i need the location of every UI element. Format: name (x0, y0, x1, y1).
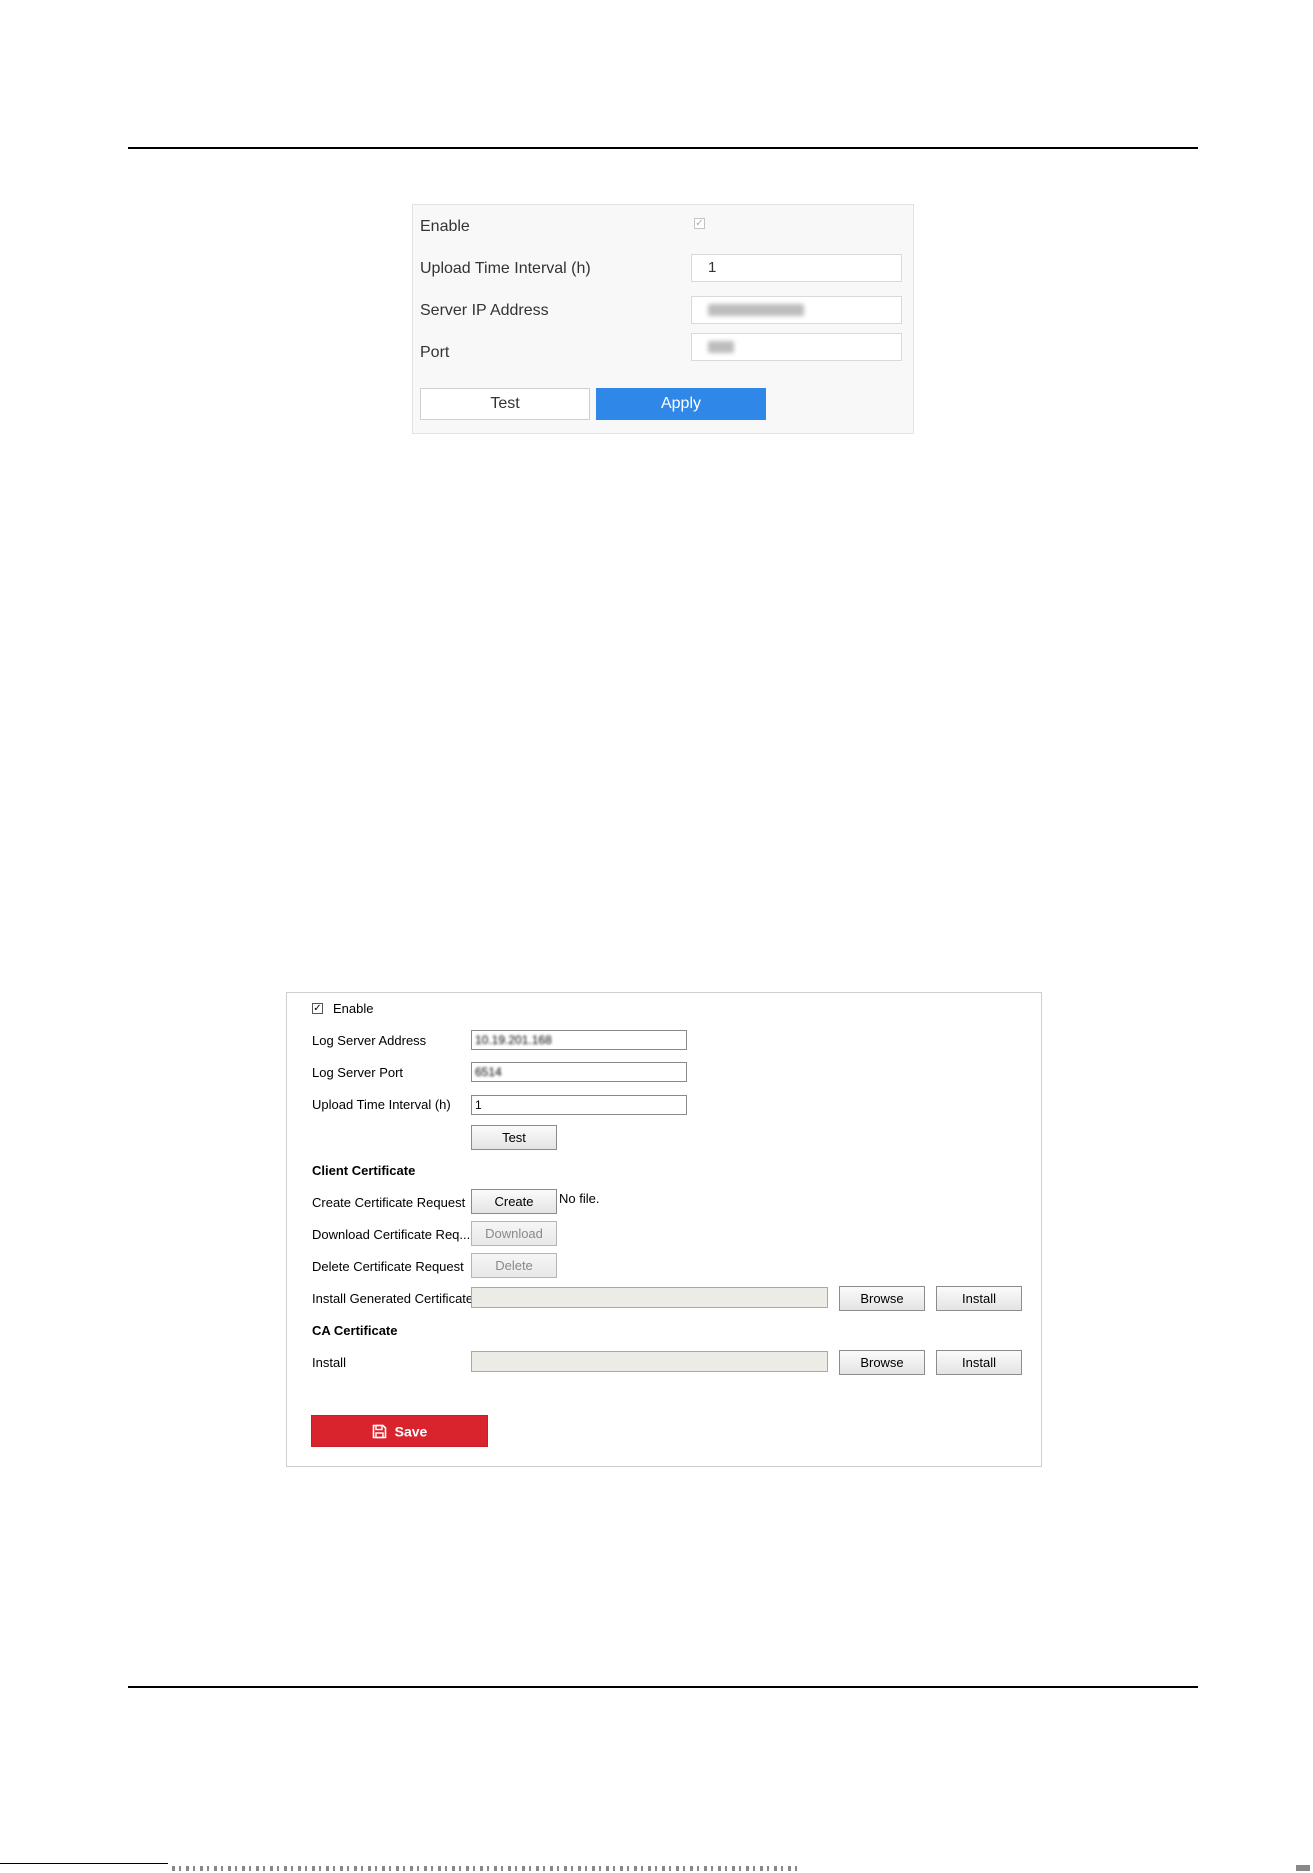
redacted-value (708, 341, 734, 354)
install-button[interactable]: Install (936, 1286, 1022, 1311)
upload-interval-input[interactable]: 1 (471, 1095, 687, 1115)
install-label: Install (312, 1355, 346, 1370)
test-button[interactable]: Test (471, 1125, 557, 1150)
log-server-settings-panel: ✓ Enable Log Server Address 10.19.201.16… (286, 992, 1042, 1467)
save-icon (372, 1424, 386, 1439)
enable-label: Enable (333, 1001, 374, 1016)
ca-certificate-file-field[interactable] (471, 1351, 828, 1372)
enable-checkbox[interactable]: ✓ (312, 1003, 323, 1014)
server-ip-input[interactable] (691, 296, 902, 324)
redacted-value (708, 304, 804, 317)
install-generated-file-field[interactable] (471, 1287, 828, 1308)
log-server-port-label: Log Server Port (312, 1065, 404, 1080)
enable-checkbox[interactable]: ✓ (694, 218, 705, 229)
client-certificate-heading: Client Certificate (312, 1163, 416, 1178)
header-rule (128, 147, 1198, 149)
save-button[interactable]: Save (311, 1415, 488, 1447)
cut-off-text-fragment (172, 1866, 802, 1871)
delete-request-label: Delete Certificate Request (312, 1259, 464, 1274)
create-button[interactable]: Create (471, 1189, 557, 1214)
upload-interval-label: Upload Time Interval (h) (420, 260, 591, 277)
browse-button[interactable]: Browse (839, 1350, 925, 1375)
upload-interval-input[interactable]: 1 (691, 254, 902, 282)
log-server-address-value: 10.19.201.168 (475, 1033, 552, 1047)
log-server-address-input[interactable]: 10.19.201.168 (471, 1030, 687, 1050)
cut-off-underline (0, 1863, 168, 1864)
ca-certificate-heading: CA Certificate (312, 1323, 398, 1338)
cut-off-text-fragment (1296, 1865, 1310, 1871)
browse-button[interactable]: Browse (839, 1286, 925, 1311)
download-button[interactable]: Download (471, 1221, 557, 1246)
no-file-text: No file. (559, 1191, 600, 1206)
delete-button[interactable]: Delete (471, 1253, 557, 1278)
create-request-label: Create Certificate Request (312, 1195, 466, 1210)
log-upload-settings-panel: Enable ✓ Upload Time Interval (h) 1 Serv… (412, 204, 914, 434)
save-button-label: Save (394, 1423, 428, 1440)
port-label: Port (420, 344, 450, 361)
cut-off-text-line (0, 1862, 1313, 1873)
log-server-port-input[interactable]: 6514 (471, 1062, 687, 1082)
upload-interval-label: Upload Time Interval (h) (312, 1097, 451, 1112)
enable-label: Enable (420, 218, 470, 235)
apply-button[interactable]: Apply (596, 388, 766, 420)
footer-rule (128, 1686, 1198, 1688)
log-server-address-label: Log Server Address (312, 1033, 427, 1048)
log-server-port-value: 6514 (475, 1065, 502, 1079)
install-generated-label: Install Generated Certificate (312, 1291, 474, 1306)
server-ip-label: Server IP Address (420, 302, 549, 319)
install-button[interactable]: Install (936, 1350, 1022, 1375)
test-button[interactable]: Test (420, 388, 590, 420)
port-input[interactable] (691, 333, 902, 361)
download-request-label: Download Certificate Req... (312, 1227, 471, 1242)
